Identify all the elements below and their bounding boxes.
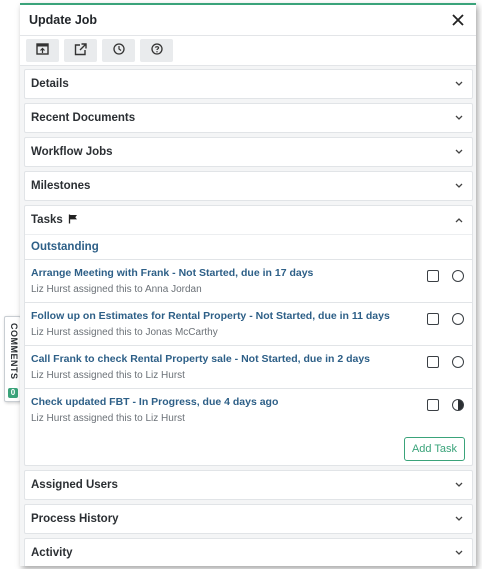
section-label: Milestones <box>31 180 91 192</box>
comments-tab[interactable]: COMMENTS 0 <box>4 316 21 402</box>
section-label: Process History <box>31 513 119 525</box>
close-icon[interactable] <box>450 12 466 28</box>
task-assignment: Liz Hurst assigned this to Anna Jordan <box>31 284 202 295</box>
section-label: Activity <box>31 547 73 559</box>
outstanding-heading: Outstanding <box>25 234 472 260</box>
chevron-down-icon <box>454 514 464 524</box>
tasks-header[interactable]: Tasks <box>25 206 472 234</box>
task-title-link[interactable]: Follow up on Estimates for Rental Proper… <box>31 310 464 322</box>
chevron-down-icon <box>454 147 464 157</box>
external-link-icon <box>74 42 87 59</box>
comments-count-badge: 0 <box>8 388 18 398</box>
help-button[interactable] <box>140 39 173 62</box>
chevron-down-icon <box>454 480 464 490</box>
complete-checkbox[interactable] <box>427 399 439 411</box>
section-label: Workflow Jobs <box>31 146 113 158</box>
history-button[interactable] <box>102 39 135 62</box>
milestones-section: Milestones <box>24 171 473 201</box>
details-section: Details <box>24 69 473 99</box>
complete-checkbox[interactable] <box>427 270 439 282</box>
chevron-up-icon <box>454 215 464 225</box>
chevron-down-icon <box>454 79 464 89</box>
workflow-jobs-section: Workflow Jobs <box>24 137 473 167</box>
chevron-down-icon <box>454 548 464 558</box>
comments-label: COMMENTS <box>9 323 19 380</box>
activity-header[interactable]: Activity <box>25 539 472 566</box>
in-progress-circle-icon[interactable] <box>452 399 464 411</box>
task-assignment: Liz Hurst assigned this to Liz Hurst <box>31 370 185 381</box>
status-circle-icon[interactable] <box>452 270 464 282</box>
status-circle-icon[interactable] <box>452 313 464 325</box>
open-window-button[interactable] <box>26 39 59 62</box>
tasks-section: Tasks Outstanding Arrange Meeting with F… <box>24 205 473 466</box>
flag-icon <box>68 214 78 227</box>
task-assignment: Liz Hurst assigned this to Liz Hurst <box>31 413 185 424</box>
add-task-button[interactable]: Add Task <box>403 436 465 461</box>
update-job-panel: Update Job Details Recent Documents Work… <box>20 3 476 566</box>
task-row: Follow up on Estimates for Rental Proper… <box>25 303 472 346</box>
task-row: Arrange Meeting with Frank - Not Started… <box>25 260 472 303</box>
details-header[interactable]: Details <box>25 70 472 98</box>
task-row: Check updated FBT - In Progress, due 4 d… <box>25 389 472 432</box>
tasks-label: Tasks <box>31 213 63 226</box>
section-label: Recent Documents <box>31 112 136 124</box>
complete-checkbox[interactable] <box>427 356 439 368</box>
process-history-section: Process History <box>24 504 473 534</box>
assigned-users-header[interactable]: Assigned Users <box>25 471 472 499</box>
status-circle-icon[interactable] <box>452 356 464 368</box>
complete-checkbox[interactable] <box>427 313 439 325</box>
help-icon <box>150 43 163 58</box>
milestones-header[interactable]: Milestones <box>25 172 472 200</box>
section-label: Details <box>31 78 69 90</box>
clock-icon <box>112 43 125 58</box>
panel-header: Update Job <box>20 5 476 36</box>
external-link-button[interactable] <box>64 39 97 62</box>
activity-section: Activity <box>24 538 473 566</box>
recent-documents-section: Recent Documents <box>24 103 473 133</box>
task-title-link[interactable]: Check updated FBT - In Progress, due 4 d… <box>31 396 464 408</box>
section-label: Tasks <box>31 214 78 227</box>
page-title: Update Job <box>29 13 98 27</box>
task-title-link[interactable]: Call Frank to check Rental Property sale… <box>31 353 464 365</box>
process-history-header[interactable]: Process History <box>25 505 472 533</box>
chevron-down-icon <box>454 181 464 191</box>
toolbar <box>20 36 476 66</box>
recent-documents-header[interactable]: Recent Documents <box>25 104 472 132</box>
add-task-row: Add Task <box>25 432 472 465</box>
open-window-icon <box>36 43 49 58</box>
chevron-down-icon <box>454 113 464 123</box>
assigned-users-section: Assigned Users <box>24 470 473 500</box>
task-row: Call Frank to check Rental Property sale… <box>25 346 472 389</box>
section-label: Assigned Users <box>31 479 118 491</box>
task-assignment: Liz Hurst assigned this to Jonas McCarth… <box>31 327 218 338</box>
workflow-jobs-header[interactable]: Workflow Jobs <box>25 138 472 166</box>
task-title-link[interactable]: Arrange Meeting with Frank - Not Started… <box>31 267 464 279</box>
